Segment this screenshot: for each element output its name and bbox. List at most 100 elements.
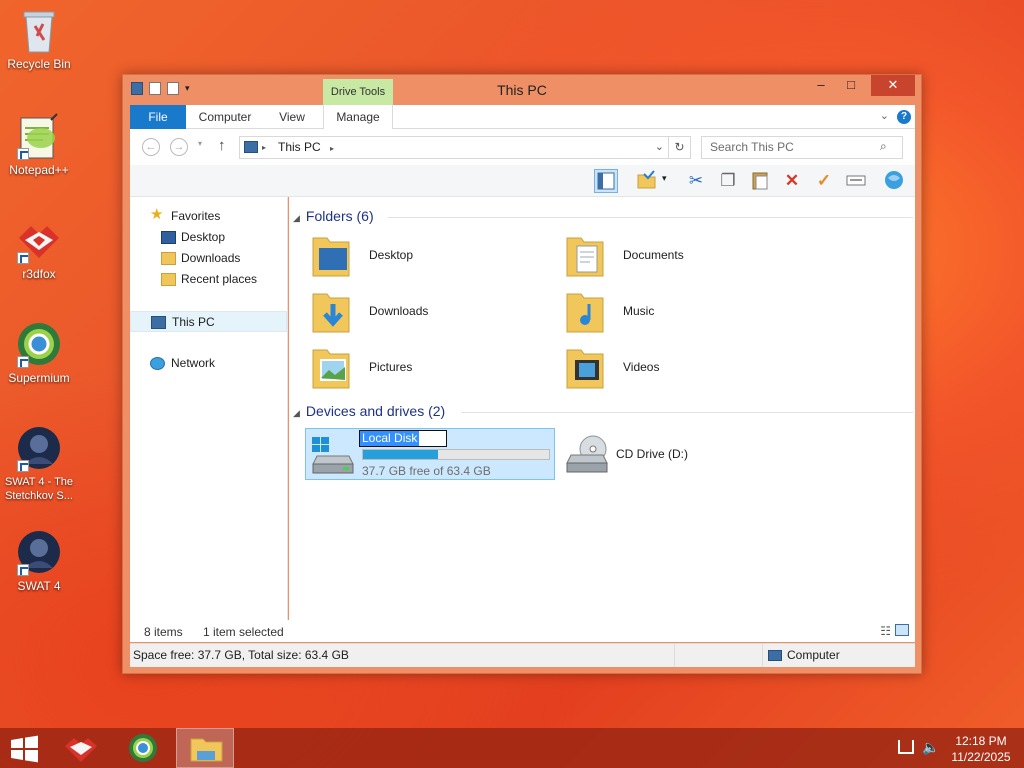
nav-fav-downloads-label: Downloads xyxy=(181,251,241,265)
desktop-icon-label: Recycle Bin xyxy=(7,57,71,71)
tab-file[interactable]: File xyxy=(130,105,186,129)
start-button[interactable] xyxy=(0,728,48,768)
nav-fav-downloads[interactable]: Downloads xyxy=(130,248,287,269)
network-tray-icon[interactable] xyxy=(898,740,914,754)
desktop-icon-swat4-stetchkov[interactable]: SWAT 4 - The Stetchkov S... xyxy=(0,424,78,503)
shortcut-arrow-icon xyxy=(17,356,29,368)
globe-icon[interactable] xyxy=(882,169,906,193)
desktop-icon-label: SWAT 4 - The Stetchkov S... xyxy=(4,476,74,502)
help-icon[interactable]: ? xyxy=(897,110,911,124)
drives-header: Devices and drives (2) xyxy=(305,403,446,419)
desktop-icon-label: SWAT 4 xyxy=(17,579,61,593)
section-divider xyxy=(388,217,913,218)
swat4-icon xyxy=(15,528,63,576)
folder-tile-desktop[interactable]: Desktop xyxy=(303,230,553,282)
details-space-text: Space free: 37.7 GB, Total size: 63.4 GB xyxy=(133,648,349,662)
folder-tile-videos[interactable]: Videos xyxy=(557,342,807,394)
disk-usage-bar xyxy=(362,449,550,460)
rename-input[interactable]: Local Disk xyxy=(359,430,447,447)
desktop-icon-label: Supermium xyxy=(8,371,70,385)
breadcrumb-arrow-icon[interactable]: ▸ xyxy=(330,144,334,153)
section-devices[interactable]: ◢ Devices and drives (2) xyxy=(293,403,913,419)
volume-muted-icon[interactable]: 🔈 xyxy=(922,739,939,756)
shortcut-arrow-icon xyxy=(17,148,29,160)
details-view-icon[interactable]: ☷ xyxy=(880,624,891,638)
desktop-icon-r3dfox[interactable]: r3dfox xyxy=(0,216,78,281)
clock-date: 11/22/2025 xyxy=(951,750,1011,764)
clock[interactable]: 12:18 PM 11/22/2025 xyxy=(945,733,1017,765)
nav-fav-desktop-label: Desktop xyxy=(181,230,226,244)
desktop-icon-notepadpp[interactable]: Notepad++ xyxy=(0,112,78,177)
desktop-icon-recycle-bin[interactable]: Recycle Bin xyxy=(0,6,78,71)
nav-network[interactable]: Network xyxy=(130,353,287,374)
maximize-button[interactable]: □ xyxy=(837,75,865,96)
recent-locations-icon[interactable]: ▾ xyxy=(198,139,202,148)
drive-tile-local-disk[interactable]: Local Disk 37.7 GB free of 63.4 GB xyxy=(305,428,555,480)
folder-tile-downloads[interactable]: Downloads xyxy=(303,286,553,338)
nav-fav-recent-label: Recent places xyxy=(181,272,258,286)
tab-manage[interactable]: Manage xyxy=(323,105,393,129)
delete-icon[interactable]: ✕ xyxy=(780,169,804,193)
nav-fav-recent[interactable]: Recent places xyxy=(130,269,287,290)
address-bar[interactable]: ▸ This PC ▸ ⌄ ↻ xyxy=(239,136,691,159)
paste-icon[interactable] xyxy=(748,169,772,193)
supermium-icon xyxy=(15,320,63,368)
nav-favorites[interactable]: ★ Favorites xyxy=(130,206,287,227)
r3dfox-icon xyxy=(65,738,97,762)
this-pc-icon xyxy=(244,141,258,153)
forward-button[interactable]: → xyxy=(170,138,188,156)
cd-drive-label: CD Drive (D:) xyxy=(616,447,688,461)
content-pane: ◢ Folders (6) Desktop Documents Downloads… xyxy=(289,197,915,642)
status-item-count: 8 items xyxy=(144,625,183,639)
folder-tile-music[interactable]: Music xyxy=(557,286,807,338)
ribbon-expand-icon[interactable]: ⌄ xyxy=(880,109,889,122)
desktop-icon-swat4[interactable]: SWAT 4 xyxy=(0,528,78,593)
rename-check-icon[interactable]: ✓ xyxy=(812,169,836,193)
cd-drive-icon xyxy=(563,433,611,477)
desktop-icon-supermium[interactable]: Supermium xyxy=(0,320,78,385)
section-folders[interactable]: ◢ Folders (6) xyxy=(293,208,913,224)
nav-this-pc-label: This PC xyxy=(172,315,215,329)
disk-free-text: 37.7 GB free of 63.4 GB xyxy=(362,464,491,478)
up-button[interactable]: ↑ xyxy=(218,137,226,154)
cut-icon[interactable]: ✂ xyxy=(684,169,708,193)
taskbar-file-explorer[interactable] xyxy=(176,728,234,768)
close-button[interactable]: ✕ xyxy=(871,75,915,96)
search-icon[interactable]: ⌕ xyxy=(880,139,887,154)
folder-label: Downloads xyxy=(369,304,429,318)
properties-icon[interactable] xyxy=(844,169,868,193)
nav-this-pc[interactable]: This PC xyxy=(130,311,287,332)
collapse-arrow-icon: ◢ xyxy=(293,408,300,418)
drive-tile-cd[interactable]: CD Drive (D:) xyxy=(559,428,809,480)
documents-folder-icon xyxy=(565,232,605,278)
nav-fav-desktop[interactable]: Desktop xyxy=(130,227,287,248)
taskbar-supermium[interactable] xyxy=(114,728,172,768)
tab-view[interactable]: View xyxy=(268,105,316,129)
swat4-expansion-icon xyxy=(15,424,63,472)
folder-tile-pictures[interactable]: Pictures xyxy=(303,342,553,394)
folder-label: Videos xyxy=(623,360,660,374)
computer-icon xyxy=(768,650,782,661)
folder-label: Desktop xyxy=(369,248,414,262)
music-folder-icon xyxy=(565,288,605,334)
preview-pane-button[interactable] xyxy=(594,169,618,193)
minimize-button[interactable]: – xyxy=(807,75,835,96)
folder-options-dropdown-icon[interactable]: ▾ xyxy=(662,173,667,184)
taskbar-r3dfox[interactable] xyxy=(52,728,110,768)
tiles-view-icon[interactable] xyxy=(895,624,909,636)
shortcut-arrow-icon xyxy=(17,252,29,264)
address-dropdown-icon[interactable]: ⌄ xyxy=(655,137,664,158)
shortcut-arrow-icon xyxy=(17,460,29,472)
back-button[interactable]: ← xyxy=(142,138,160,156)
network-icon xyxy=(150,357,165,370)
breadcrumb-this-pc[interactable]: This PC xyxy=(278,140,321,154)
search-input[interactable]: Search This PC xyxy=(701,136,903,159)
folder-tile-documents[interactable]: Documents xyxy=(557,230,807,282)
folder-options-icon[interactable] xyxy=(634,169,658,193)
tab-computer[interactable]: Computer xyxy=(190,105,260,129)
r3dfox-icon xyxy=(15,216,63,264)
rename-input-text: Local Disk xyxy=(360,431,420,446)
copy-icon[interactable]: ❐ xyxy=(716,169,740,193)
refresh-icon[interactable]: ↻ xyxy=(668,137,690,158)
title-bar[interactable]: ▾ Drive Tools This PC – □ ✕ xyxy=(123,75,921,105)
